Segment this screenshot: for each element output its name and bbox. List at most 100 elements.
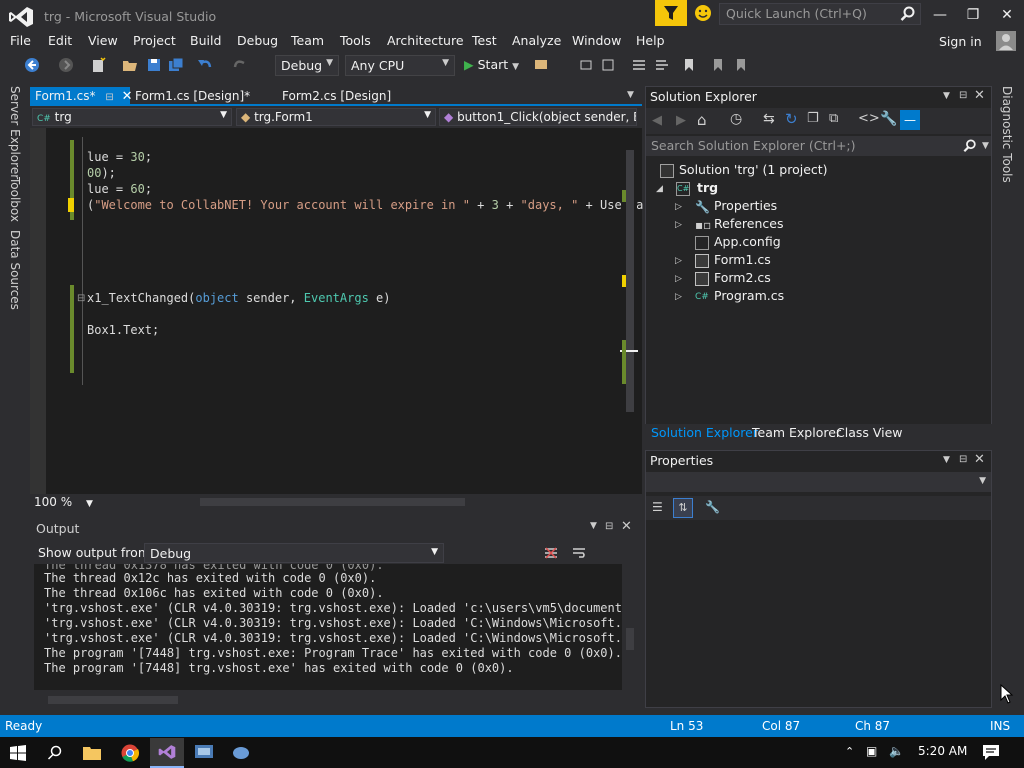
step-into-icon[interactable]: [579, 57, 595, 73]
categorized-icon[interactable]: ☰: [652, 500, 663, 514]
menu-tools[interactable]: Tools: [340, 33, 371, 48]
toolbox-tab[interactable]: Toolbox: [8, 177, 22, 222]
restore-button[interactable]: ❐: [963, 6, 983, 24]
zoom-level-dropdown[interactable]: 100 % ▼: [34, 495, 93, 509]
new-project-icon[interactable]: [90, 57, 106, 73]
tab-form1-cs[interactable]: Form1.cs* ⊟ ✕: [30, 87, 132, 106]
collapse-all-icon[interactable]: ❐: [807, 111, 819, 126]
app-window-icon[interactable]: [195, 745, 213, 760]
windows-start-icon[interactable]: [10, 745, 26, 761]
auto-hide-pin-icon[interactable]: ⊟: [605, 521, 613, 532]
menu-architecture[interactable]: Architecture: [387, 33, 464, 48]
navigate-forward-icon[interactable]: [58, 57, 74, 73]
quick-launch-input[interactable]: Quick Launch (Ctrl+Q): [719, 3, 921, 25]
view-code-icon[interactable]: <>: [858, 111, 880, 126]
collapsed-arrow-icon[interactable]: ▷: [675, 220, 682, 230]
bookmark-icon[interactable]: [681, 57, 697, 73]
menu-team[interactable]: Team: [291, 33, 324, 48]
show-hidden-icons-chevron-up-icon[interactable]: ⌃: [845, 745, 854, 758]
search-options-chevron-down-icon[interactable]: ▼: [982, 141, 989, 151]
navigate-back-icon[interactable]: [24, 57, 40, 73]
output-horizontal-scroll-thumb[interactable]: [48, 696, 178, 704]
attach-process-icon[interactable]: [533, 57, 549, 73]
menu-analyze[interactable]: Analyze: [512, 33, 561, 48]
collapsed-arrow-icon[interactable]: ▷: [675, 202, 682, 212]
project-navigation-dropdown[interactable]: C# trg ▼: [32, 108, 232, 126]
solution-search-input[interactable]: Search Solution Explorer (Ctrl+;): [646, 136, 991, 156]
tab-form1-design[interactable]: Form1.cs [Design]*: [130, 87, 255, 106]
tree-project[interactable]: trg: [697, 180, 718, 195]
tab-team-explorer[interactable]: Team Explorer: [752, 425, 841, 440]
action-center-icon[interactable]: [983, 745, 999, 760]
preview-selected-items-icon[interactable]: —: [900, 110, 920, 130]
tree-item-form2-cs[interactable]: Form2.cs: [714, 270, 771, 285]
open-file-icon[interactable]: [122, 57, 138, 73]
menu-test[interactable]: Test: [472, 33, 497, 48]
expanded-arrow-icon[interactable]: ◢: [656, 184, 663, 194]
save-icon[interactable]: [146, 57, 162, 73]
next-bookmark-icon[interactable]: [733, 57, 749, 73]
search-icon[interactable]: [47, 745, 63, 761]
menu-window[interactable]: Window: [572, 33, 621, 48]
step-over-icon[interactable]: [600, 57, 616, 73]
menu-project[interactable]: Project: [133, 33, 176, 48]
uncomment-lines-icon[interactable]: [654, 57, 670, 73]
taskbar-clock[interactable]: 5:20 AM: [918, 744, 967, 758]
solution-configuration-dropdown[interactable]: Debug ▼: [275, 55, 339, 76]
redo-icon[interactable]: [232, 57, 248, 73]
alphabetical-icon[interactable]: ⇅: [673, 498, 693, 518]
auto-hide-pin-icon[interactable]: ⊟: [959, 90, 967, 101]
auto-hide-pin-icon[interactable]: ⊟: [959, 454, 967, 465]
tree-item-program-cs[interactable]: Program.cs: [714, 288, 784, 303]
solution-platform-dropdown[interactable]: Any CPU ▼: [345, 55, 455, 76]
undo-icon[interactable]: [197, 57, 213, 73]
feedback-filter-button[interactable]: [655, 0, 687, 26]
class-navigation-dropdown[interactable]: ◆ trg.Form1 ▼: [236, 108, 436, 126]
minimize-button[interactable]: —: [930, 6, 950, 24]
object-selector-dropdown[interactable]: ▼: [646, 472, 991, 492]
prev-bookmark-icon[interactable]: [710, 57, 726, 73]
tree-item-properties[interactable]: Properties: [714, 198, 777, 213]
tab-solution-explorer[interactable]: Solution Explorer: [651, 425, 758, 440]
editor-horizontal-scroll-thumb[interactable]: [200, 498, 465, 506]
sync-with-document-icon[interactable]: ⇆: [763, 111, 775, 127]
editor-vertical-scroll-thumb[interactable]: [626, 150, 634, 412]
comment-lines-icon[interactable]: [631, 57, 647, 73]
menu-help[interactable]: Help: [636, 33, 665, 48]
forward-icon[interactable]: ▶: [676, 113, 686, 128]
pin-icon[interactable]: ⊟: [105, 92, 113, 103]
window-position-chevron-down-icon[interactable]: ▼: [590, 521, 597, 531]
volume-muted-icon[interactable]: 🔈: [889, 744, 904, 758]
data-sources-tab[interactable]: Data Sources: [8, 230, 22, 310]
taskbar-visual-studio-button[interactable]: [150, 738, 184, 768]
tab-overflow-chevron-down-icon[interactable]: ▼: [627, 90, 634, 100]
tab-class-view[interactable]: Class View: [836, 425, 903, 440]
tree-item-app-config[interactable]: App.config: [714, 234, 781, 249]
window-position-chevron-down-icon[interactable]: ▼: [943, 91, 950, 101]
close-button[interactable]: ✕: [997, 6, 1017, 24]
tree-item-references[interactable]: References: [714, 216, 783, 231]
server-explorer-tab[interactable]: Server Explorer: [8, 86, 22, 179]
refresh-icon[interactable]: ↻: [785, 110, 798, 128]
collapsed-arrow-icon[interactable]: ▷: [675, 292, 682, 302]
save-all-icon[interactable]: [168, 57, 184, 73]
show-all-files-icon[interactable]: ⧉: [829, 111, 838, 126]
member-navigation-dropdown[interactable]: ◆ button1_Click(object sender, Ev: [439, 108, 637, 126]
close-properties-icon[interactable]: ✕: [974, 452, 985, 467]
start-debugging-button[interactable]: ▶ Start ▼: [464, 57, 519, 72]
network-icon[interactable]: ▣: [866, 744, 877, 758]
app-remote-icon[interactable]: [232, 745, 250, 760]
window-position-chevron-down-icon[interactable]: ▼: [943, 455, 950, 465]
toggle-word-wrap-icon[interactable]: [571, 545, 587, 561]
menu-debug[interactable]: Debug: [237, 33, 278, 48]
tree-solution[interactable]: Solution 'trg' (1 project): [679, 162, 828, 177]
clear-all-icon[interactable]: [543, 545, 559, 561]
pending-changes-filter-icon[interactable]: ◷: [730, 111, 742, 127]
close-solution-explorer-icon[interactable]: ✕: [974, 88, 985, 103]
back-icon[interactable]: ◀: [652, 113, 662, 128]
collapse-outline-icon[interactable]: ⊟: [77, 293, 85, 304]
tree-item-form1-cs[interactable]: Form1.cs: [714, 252, 771, 267]
output-text-area[interactable]: The thread 0x1378 has exited with code 0…: [34, 564, 622, 690]
file-explorer-icon[interactable]: [83, 745, 101, 760]
menu-view[interactable]: View: [88, 33, 118, 48]
